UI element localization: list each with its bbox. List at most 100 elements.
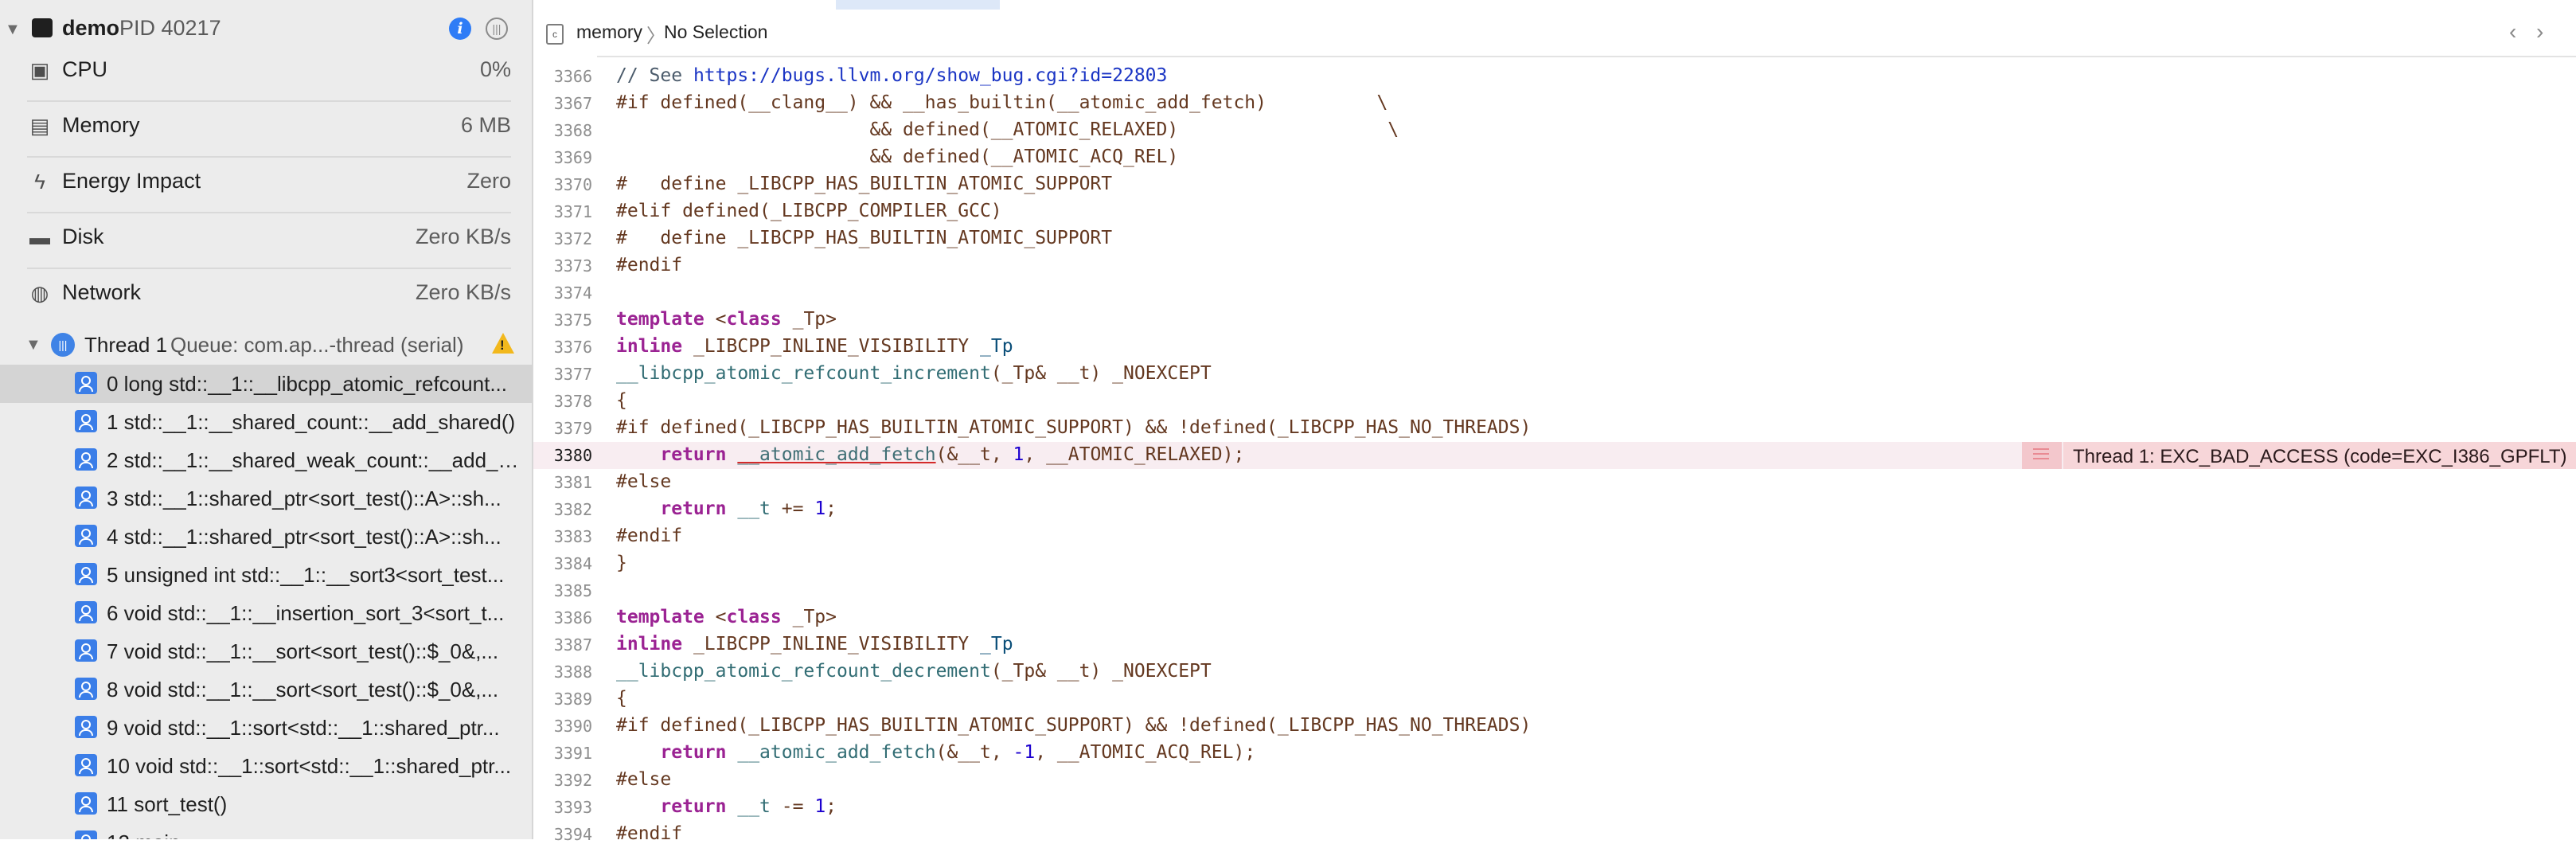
gauge-label: Memory bbox=[62, 113, 140, 137]
user-frame-icon bbox=[75, 525, 97, 547]
code-line[interactable]: 3377 __libcpp_atomic_refcount_increment(_… bbox=[533, 361, 2576, 388]
code-text: && defined(__ATOMIC_RELAXED) \ bbox=[616, 119, 1399, 140]
stack-frame[interactable]: 7 void std::__1::__sort<sort_test()::$_0… bbox=[0, 632, 532, 670]
code-line[interactable]: 3390 #if defined(_LIBCPP_HAS_BUILTIN_ATOM… bbox=[533, 713, 2576, 740]
stack-frame[interactable]: 8 void std::__1::__sort<sort_test()::$_0… bbox=[0, 670, 532, 709]
code-line[interactable]: 3378 { bbox=[533, 388, 2576, 415]
line-number: 3392 bbox=[553, 771, 592, 790]
code-text: return __atomic_add_fetch(&__t, -1, __AT… bbox=[660, 742, 1256, 763]
code-line[interactable]: 3369 && defined(__ATOMIC_ACQ_REL) bbox=[533, 144, 2576, 171]
code-text: inline _LIBCPP_INLINE_VISIBILITY _Tp bbox=[616, 634, 1013, 655]
code-line[interactable]: 3394 #endif bbox=[533, 821, 2576, 848]
code-line[interactable]: 3374 bbox=[533, 279, 2576, 307]
energy-gauge[interactable]: ϟ Energy Impact Zero bbox=[27, 156, 511, 213]
debug-navigator: ▼ demo PID 40217 i ||| ▣ CPU 0% ▤ Memory… bbox=[0, 0, 533, 839]
user-frame-icon bbox=[75, 792, 97, 815]
code-line[interactable]: 3384} bbox=[533, 550, 2576, 577]
disclosure-triangle-icon[interactable]: ▼ bbox=[25, 336, 41, 354]
gauge-value: 0% bbox=[479, 57, 511, 81]
code-line[interactable]: 3389 { bbox=[533, 686, 2576, 713]
stack-frame[interactable]: 6 void std::__1::__insertion_sort_3<sort… bbox=[0, 594, 532, 632]
code-text: # define _LIBCPP_HAS_BUILTIN_ATOMIC_SUPP… bbox=[616, 228, 1113, 248]
line-number: 3368 bbox=[553, 121, 592, 140]
stack-frame-label: 1 std::__1::__shared_count::__add_shared… bbox=[107, 410, 516, 434]
code-line[interactable]: 3376 inline _LIBCPP_INLINE_VISIBILITY _Tp bbox=[533, 334, 2576, 361]
code-line[interactable]: 3388 __libcpp_atomic_refcount_decrement(_… bbox=[533, 658, 2576, 686]
code-line[interactable]: 3381 #else bbox=[533, 469, 2576, 496]
code-text: { bbox=[616, 390, 627, 411]
threads-icon[interactable]: ||| bbox=[486, 18, 508, 40]
code-line[interactable]: 3367 #if defined(__clang__) && __has_buil… bbox=[533, 90, 2576, 117]
stack-frame[interactable]: 3 std::__1::shared_ptr<sort_test()::A>::… bbox=[0, 479, 532, 518]
code-line[interactable]: 3373 #endif bbox=[533, 252, 2576, 279]
line-number: 3385 bbox=[553, 581, 592, 600]
chevron-right-icon[interactable]: › bbox=[2536, 19, 2543, 45]
code-line[interactable]: 3375 template <class _Tp> bbox=[533, 307, 2576, 334]
stack-frame[interactable]: 1 std::__1::__shared_count::__add_shared… bbox=[0, 403, 532, 441]
error-lines-icon[interactable] bbox=[2022, 442, 2062, 469]
code-line[interactable]: 3387 inline _LIBCPP_INLINE_VISIBILITY _Tp bbox=[533, 631, 2576, 658]
line-number: 3369 bbox=[553, 148, 592, 167]
code-line[interactable]: 3382 return __t += 1; bbox=[533, 496, 2576, 523]
stack-frame-label: 10 void std::__1::sort<std::__1::shared_… bbox=[107, 754, 512, 778]
stack-frame[interactable]: 2 std::__1::__shared_weak_count::__add_s… bbox=[0, 441, 532, 479]
code-line[interactable]: 3370 # define _LIBCPP_HAS_BUILTIN_ATOMIC_… bbox=[533, 171, 2576, 198]
gauge-value: 6 MB bbox=[460, 113, 511, 137]
code-line[interactable]: 3366 // See https://bugs.llvm.org/show_bu… bbox=[533, 63, 2576, 90]
cpu-gauge[interactable]: ▣ CPU 0% bbox=[27, 45, 511, 102]
code-text: inline _LIBCPP_INLINE_VISIBILITY _Tp bbox=[616, 336, 1013, 357]
code-line[interactable]: 3380 return __atomic_add_fetch(&__t, 1, … bbox=[533, 442, 2576, 469]
code-text: && defined(__ATOMIC_ACQ_REL) bbox=[616, 147, 1179, 167]
user-frame-icon bbox=[75, 563, 97, 585]
error-message: Thread 1: EXC_BAD_ACCESS (code=EXC_I386_… bbox=[2073, 446, 2567, 467]
code-text: #if defined(__clang__) && __has_builtin(… bbox=[616, 92, 1388, 113]
stack-frame[interactable]: 12 main bbox=[0, 823, 532, 839]
stack-frame[interactable]: 0 long std::__1::__libcpp_atomic_refcoun… bbox=[0, 365, 532, 403]
process-row[interactable]: ▼ demo PID 40217 i ||| bbox=[0, 11, 532, 46]
editor-tab-indicator[interactable] bbox=[836, 0, 1000, 10]
code-line[interactable]: 3385 bbox=[533, 577, 2576, 604]
source-editor[interactable]: c memory 〉 No Selection ‹ › 3366 // See h… bbox=[533, 0, 2576, 844]
bolt-icon: ϟ bbox=[34, 170, 45, 193]
line-number: 3376 bbox=[553, 338, 592, 357]
code-text: return __t += 1; bbox=[660, 498, 837, 519]
stack-frame[interactable]: 5 unsigned int std::__1::__sort3<sort_te… bbox=[0, 556, 532, 594]
code-text: return __t -= 1; bbox=[660, 796, 837, 817]
file-icon: c bbox=[546, 24, 564, 45]
thread-row[interactable]: ▼ ||| Thread 1 Queue: com.ap...-thread (… bbox=[0, 328, 532, 365]
gauge-value: Zero bbox=[466, 169, 511, 193]
breadcrumb-selection[interactable]: No Selection bbox=[664, 21, 767, 43]
line-number: 3375 bbox=[553, 311, 592, 330]
code-line[interactable]: 3391 return __atomic_add_fetch(&__t, -1,… bbox=[533, 740, 2576, 767]
chevron-right-icon: 〉 bbox=[646, 25, 665, 47]
code-line[interactable]: 3379 #if defined(_LIBCPP_HAS_BUILTIN_ATOM… bbox=[533, 415, 2576, 442]
stack-frame[interactable]: 4 std::__1::shared_ptr<sort_test()::A>::… bbox=[0, 518, 532, 556]
code-line[interactable]: 3393 return __t -= 1; bbox=[533, 794, 2576, 821]
stack-frame[interactable]: 11 sort_test() bbox=[0, 785, 532, 823]
code-text: return __atomic_add_fetch(&__t, 1, __ATO… bbox=[660, 444, 1245, 465]
stack-frame[interactable]: 10 void std::__1::sort<std::__1::shared_… bbox=[0, 747, 532, 785]
chevron-left-icon[interactable]: ‹ bbox=[2509, 19, 2516, 45]
stack-frame[interactable]: 9 void std::__1::sort<std::__1::shared_p… bbox=[0, 709, 532, 747]
network-gauge[interactable]: ◍ Network Zero KB/s bbox=[27, 268, 511, 323]
error-annotation[interactable]: Thread 1: EXC_BAD_ACCESS (code=EXC_I386_… bbox=[2063, 442, 2576, 469]
info-icon[interactable]: i bbox=[449, 18, 471, 40]
line-number: 3370 bbox=[553, 175, 592, 194]
code-line[interactable]: 3372 # define _LIBCPP_HAS_BUILTIN_ATOMIC_… bbox=[533, 225, 2576, 252]
code-line[interactable]: 3371 #elif defined(_LIBCPP_COMPILER_GCC) bbox=[533, 198, 2576, 225]
disk-gauge[interactable]: ▬ Disk Zero KB/s bbox=[27, 212, 511, 269]
thread-queue: Queue: com.ap...-thread (serial) bbox=[170, 333, 464, 357]
line-number: 3393 bbox=[553, 798, 592, 817]
code-line[interactable]: 3392 #else bbox=[533, 767, 2576, 794]
code-text: #endif bbox=[616, 255, 683, 276]
code-line[interactable]: 3383 #endif bbox=[533, 523, 2576, 550]
line-number: 3382 bbox=[553, 500, 592, 519]
code-line[interactable]: 3386 template <class _Tp> bbox=[533, 604, 2576, 631]
line-number: 3381 bbox=[553, 473, 592, 492]
code-text: // See https://bugs.llvm.org/show_bug.cg… bbox=[616, 65, 1168, 86]
disclosure-triangle-icon[interactable]: ▼ bbox=[5, 21, 21, 39]
code-line[interactable]: 3368 && defined(__ATOMIC_RELAXED) \ bbox=[533, 117, 2576, 144]
memory-gauge[interactable]: ▤ Memory 6 MB bbox=[27, 100, 511, 158]
breadcrumb-file[interactable]: memory bbox=[576, 21, 642, 43]
line-number: 3367 bbox=[553, 94, 592, 113]
